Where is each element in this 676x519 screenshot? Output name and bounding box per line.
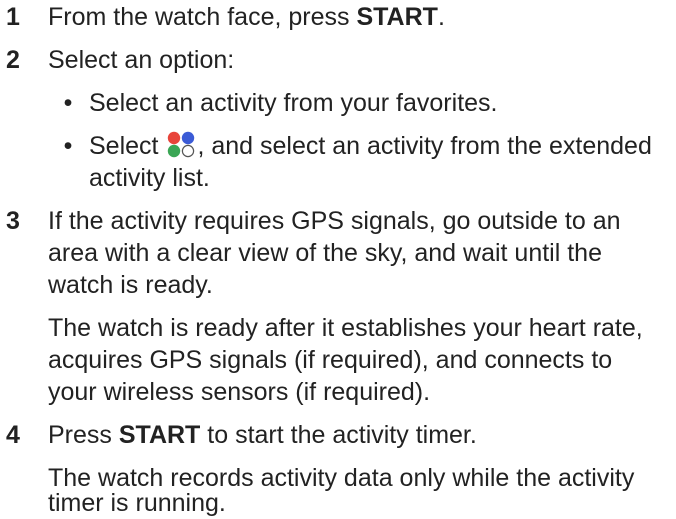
step-number: 4 (6, 421, 20, 449)
instruction-document: 1 From the watch face, press START. 2 Se… (0, 0, 676, 517)
step-number: 2 (6, 46, 20, 74)
step-text: Select an option: (48, 46, 235, 74)
step-text: From the watch face, press START. (48, 3, 445, 31)
step-note-line: timer is running. (48, 489, 226, 517)
step-number: 3 (6, 207, 20, 235)
start-button-label: START (118, 421, 201, 449)
bullet-text: activity list. (89, 164, 210, 192)
step-number: 1 (6, 3, 20, 31)
start-button-label: START (356, 3, 438, 31)
step-text: Press START to start the activity timer. (48, 421, 477, 449)
step-text-line: watch is ready. (48, 271, 213, 299)
step-note-line: acquires GPS signals (if required), and … (48, 346, 613, 374)
bullet-dot: • (63, 132, 73, 160)
step-text-line: area with a clear view of the sky, and w… (48, 239, 602, 267)
activities-dots-icon (168, 131, 195, 158)
step-text-line: If the activity requires GPS signals, go… (48, 207, 621, 235)
step-note-line: The watch is ready after it establishes … (48, 314, 643, 342)
bullet-text: Select an activity from your favorites. (89, 89, 498, 117)
bullet-dot: • (63, 89, 73, 117)
bullet-text: Select , and select an activity from the… (89, 131, 652, 160)
step-note-line: your wireless sensors (if required). (48, 378, 431, 406)
